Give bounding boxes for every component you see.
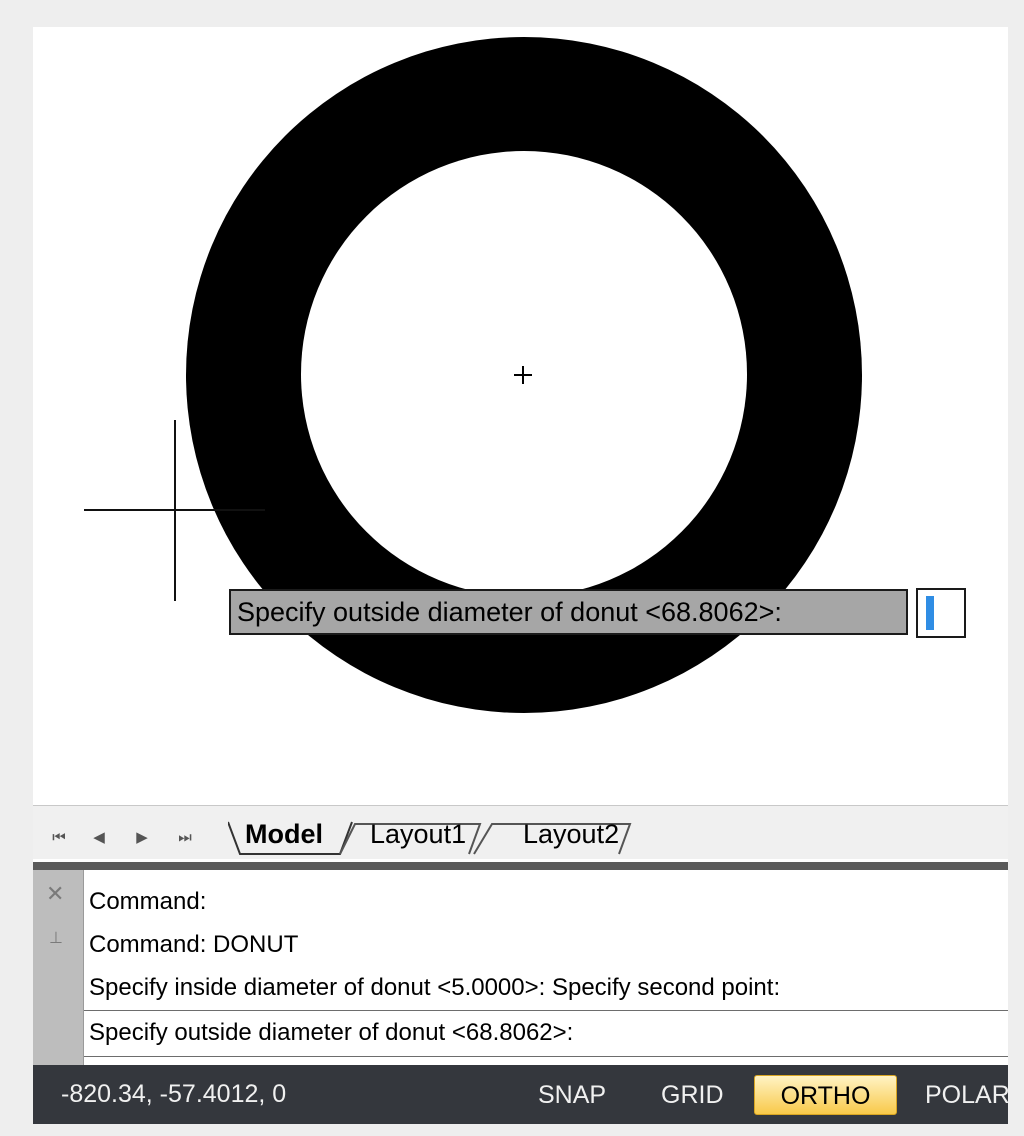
tab-layout2[interactable]: Layout2 xyxy=(523,819,619,850)
command-history-line: Specify inside diameter of donut <5.0000… xyxy=(89,974,781,1001)
layout-tab-bar: ⏮ ◀ ▶ ⏭ Model Layout1 Layout2 xyxy=(33,805,1008,859)
cad-window: Specify outside diameter of donut <68.80… xyxy=(33,27,1008,1124)
coordinate-readout: -820.34, -57.4012, 0 xyxy=(61,1080,287,1108)
grid-toggle-button[interactable]: GRID xyxy=(661,1075,724,1115)
polar-toggle-button[interactable]: POLAR xyxy=(925,1075,1008,1115)
next-tab-icon[interactable]: ▶ xyxy=(130,825,154,849)
command-window: ✕ ⊥ Command: Command: DONUT Specify insi… xyxy=(33,870,1008,1065)
pin-icon[interactable]: ⊥ xyxy=(49,930,63,946)
center-mark-icon xyxy=(514,366,532,384)
status-bar: -820.34, -57.4012, 0 SNAP GRID ORTHO POL… xyxy=(33,1065,1008,1124)
tab-model[interactable]: Model xyxy=(245,819,323,850)
command-prompt-text: Specify outside diameter of donut <68.80… xyxy=(89,1019,574,1046)
first-tab-icon[interactable]: ⏮ xyxy=(47,825,71,849)
command-history-line: Command: xyxy=(89,888,207,915)
command-window-handle[interactable]: ✕ ⊥ xyxy=(33,870,84,1065)
close-icon[interactable]: ✕ xyxy=(46,884,64,906)
last-tab-icon[interactable]: ⏭ xyxy=(173,825,197,849)
tab-layout1[interactable]: Layout1 xyxy=(370,819,466,850)
dynamic-input-prompt: Specify outside diameter of donut <68.80… xyxy=(229,589,908,635)
previous-tab-icon[interactable]: ◀ xyxy=(87,825,111,849)
drawing-canvas[interactable]: Specify outside diameter of donut <68.80… xyxy=(33,27,1008,805)
crosshair-cursor-icon xyxy=(84,420,265,601)
command-input-line[interactable]: Specify outside diameter of donut <68.80… xyxy=(84,1010,1008,1057)
dynamic-input-field[interactable] xyxy=(916,588,966,638)
command-history-line: Command: DONUT xyxy=(89,931,299,958)
snap-toggle-button[interactable]: SNAP xyxy=(538,1075,606,1115)
ortho-toggle-button[interactable]: ORTHO xyxy=(754,1075,897,1115)
text-cursor-icon xyxy=(926,596,934,630)
panel-divider[interactable] xyxy=(33,862,1008,870)
